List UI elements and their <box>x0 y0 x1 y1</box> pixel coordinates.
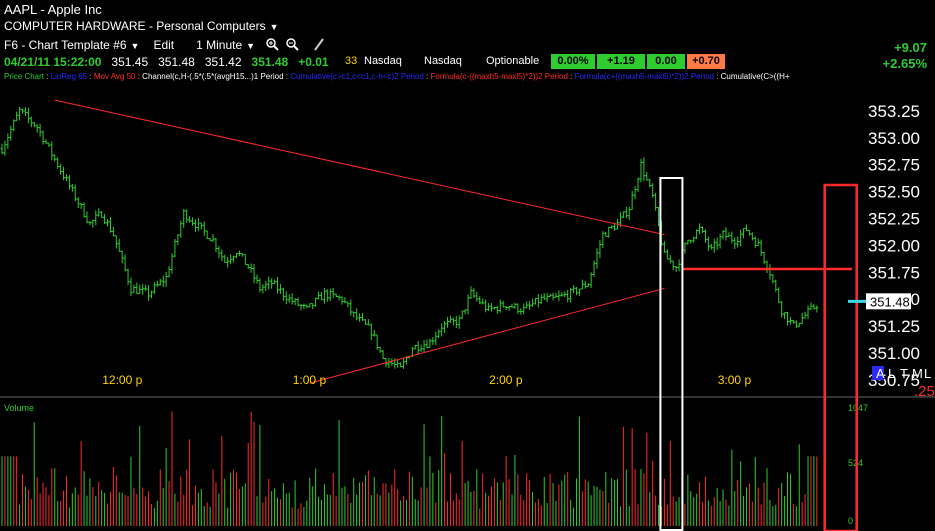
price-tick-label: 351.00 <box>868 344 920 363</box>
last-price-label: 351.48 <box>870 294 910 309</box>
price-tick-label: 352.25 <box>868 209 920 228</box>
volume-tick-label: 1047 <box>848 403 868 413</box>
price-tick-label: 351.75 <box>868 263 920 282</box>
scale-letter: L <box>888 366 895 381</box>
time-tick-label: 12:00 p <box>102 373 142 387</box>
price-tick-label: 351.25 <box>868 317 920 336</box>
time-tick-label: 1:00 p <box>293 373 327 387</box>
trendline <box>309 287 665 384</box>
trendline <box>54 99 665 236</box>
price-tick-label: 353.00 <box>868 129 920 148</box>
price-tick-label: 353.25 <box>868 102 920 121</box>
highlight-box-red <box>823 183 858 531</box>
volume-title: Volume <box>4 403 34 413</box>
price-tick-label: 352.75 <box>868 156 920 175</box>
price-tick-label: 352.00 <box>868 236 920 255</box>
time-tick-label: 2:00 p <box>489 373 523 387</box>
zero-label: .25 <box>914 383 935 400</box>
scale-letter: M <box>912 366 923 381</box>
price-chart[interactable]: Volume 10475240 353.25353.00352.75352.503… <box>0 0 935 531</box>
price-tick-label: 352.50 <box>868 183 920 202</box>
highlight-box-white <box>659 177 684 531</box>
scale-letter: L <box>924 366 931 381</box>
time-tick-label: 3:00 p <box>718 373 752 387</box>
scale-letter: A <box>876 366 885 381</box>
volume-tick-label: 0 <box>848 516 853 526</box>
scale-letter: T <box>900 366 908 381</box>
